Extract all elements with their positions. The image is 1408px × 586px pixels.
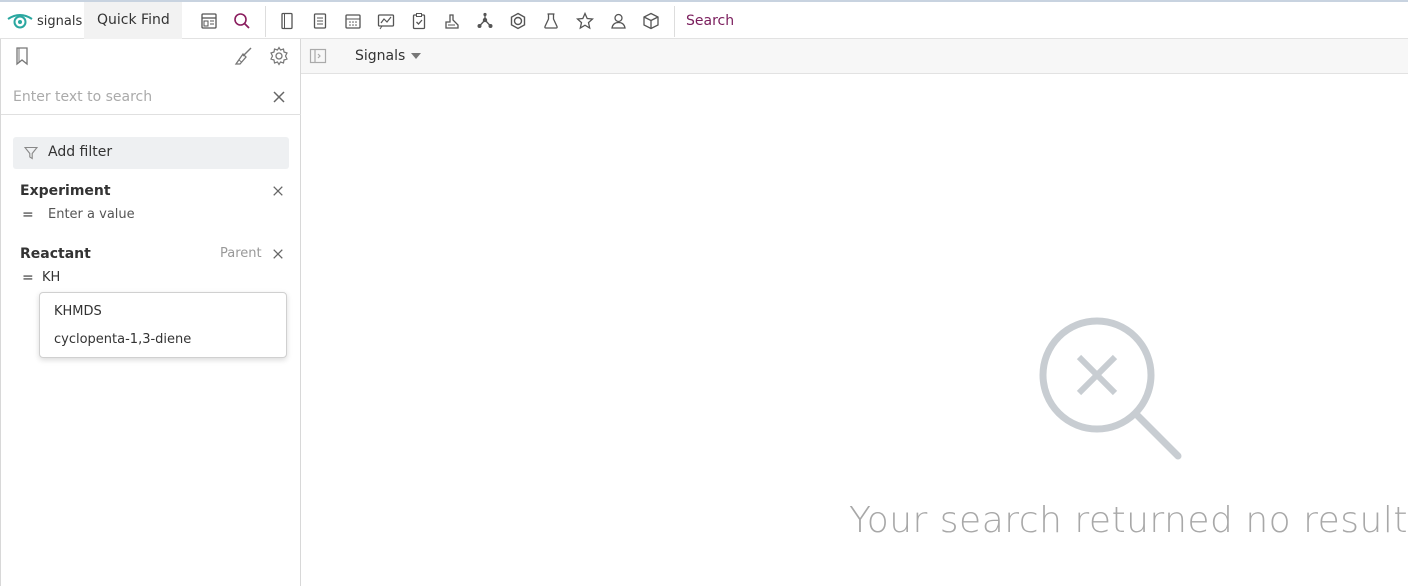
user-icon[interactable] (607, 10, 629, 32)
signals-logo[interactable]: signals (6, 10, 82, 32)
suggestion-item[interactable]: cyclopenta-1,3-diene (54, 332, 191, 347)
filter-icon (24, 146, 38, 160)
bookmarks-icon[interactable] (10, 44, 34, 68)
filter-operator: = (22, 207, 34, 223)
caret-down-icon (411, 53, 422, 59)
gear-icon[interactable] (267, 44, 291, 68)
reactant-value-input[interactable]: KH (42, 270, 60, 285)
results-header: Signals (301, 39, 1408, 74)
calendar-icon[interactable] (342, 10, 364, 32)
filter-operator: = (22, 270, 34, 286)
experiment-value-input[interactable]: Enter a value (48, 207, 135, 222)
filter-title-experiment: Experiment (20, 183, 111, 199)
hexagon-icon[interactable] (507, 10, 529, 32)
chart-icon[interactable] (375, 10, 397, 32)
empty-results-message: Your search returned no results. (849, 500, 1408, 541)
clear-search-icon[interactable] (272, 90, 286, 104)
suggestion-item[interactable]: KHMDS (54, 304, 102, 319)
clear-filters-icon[interactable] (232, 44, 256, 68)
search-sidebar: Add filter Experiment = Enter a value Re… (0, 39, 301, 586)
filter-title-reactant: Reactant (20, 246, 91, 262)
toolbar-separator (265, 6, 266, 37)
search-icon[interactable] (231, 10, 253, 32)
star-icon[interactable] (574, 10, 596, 32)
scope-label: Signals (355, 48, 406, 64)
cube-icon[interactable] (640, 10, 662, 32)
signals-logo-icon (7, 14, 33, 29)
add-filter-button[interactable]: Add filter (13, 137, 289, 169)
no-results-icon (1039, 317, 1182, 460)
sidebar-search-row (1, 78, 301, 115)
document-icon[interactable] (309, 10, 331, 32)
dashboard-icon[interactable] (198, 10, 220, 32)
clipboard-check-icon[interactable] (408, 10, 430, 32)
flask-icon[interactable] (540, 10, 562, 32)
quick-find-button[interactable]: Quick Find (84, 2, 182, 39)
lab-equipment-icon[interactable] (441, 10, 463, 32)
scope-dropdown[interactable]: Signals (355, 48, 422, 64)
logo-text: signals (37, 13, 83, 29)
panel-toggle-icon[interactable] (309, 47, 327, 65)
suggestion-dropdown: KHMDS cyclopenta-1,3-diene (39, 292, 287, 358)
network-icon[interactable] (474, 10, 496, 32)
remove-experiment-filter-icon[interactable] (272, 185, 284, 197)
top-toolbar: signals Quick Find Search (0, 0, 1408, 39)
toolbar-separator (674, 6, 675, 37)
notebook-icon[interactable] (276, 10, 298, 32)
search-input[interactable] (13, 87, 253, 107)
add-filter-label: Add filter (48, 144, 113, 160)
parent-toggle[interactable]: Parent (220, 246, 262, 261)
remove-reactant-filter-icon[interactable] (272, 248, 284, 260)
tab-search[interactable]: Search (686, 13, 734, 29)
